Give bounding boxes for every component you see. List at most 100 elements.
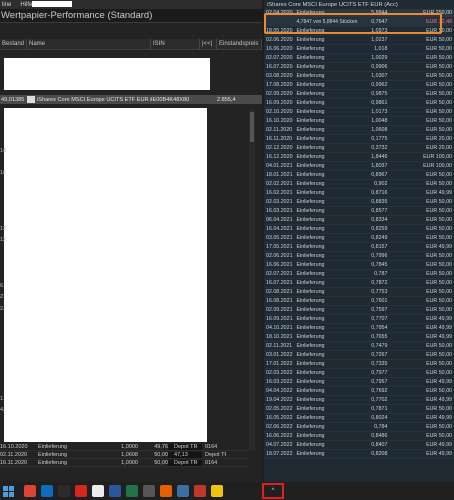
left-edge-text: Z.: [0, 294, 5, 300]
table-row[interactable]: 04.10.2021 Einlieferung 0,7954 EUR 49,99: [264, 323, 454, 333]
cell-date: 03.05.2021: [264, 233, 295, 243]
table-row[interactable]: 16.06.2022 Einlieferung 0,8486 EUR 50,00: [264, 431, 454, 441]
column-header-nav[interactable]: |<<|: [200, 39, 217, 49]
table-row[interactable]: 17.08.2020 Einlieferung 0,9962 EUR 50,00: [264, 80, 454, 90]
table-row[interactable]: 17.05.2021 Einlieferung 0,8157 EUR 49,99: [264, 242, 454, 252]
table-row[interactable]: 17.01.2022 Einlieferung 0,7335 EUR 50,00: [264, 359, 454, 369]
table-row[interactable]: 18.10.2021 Einlieferung 0,7655 EUR 49,99: [264, 332, 454, 342]
vertical-scrollbar[interactable]: [249, 110, 255, 450]
cell-price: 50,00: [154, 451, 168, 458]
menu-bar: line Hilfe: [0, 0, 262, 9]
notes-icon[interactable]: [92, 485, 104, 497]
left-edge-text: 12: [0, 237, 7, 243]
column-header-name[interactable]: Name: [27, 39, 151, 49]
table-row[interactable]: 02.11.2020 Einlieferung 1,0608 EUR 50,00: [264, 125, 454, 135]
cell-date: 02.03.2022: [264, 368, 295, 378]
table-row[interactable]: 16.04.2021 Einlieferung 0,8259 EUR 50,00: [264, 224, 454, 234]
table-row[interactable]: 16.02.2021 Einlieferung 0,8716 EUR 49,99: [264, 188, 454, 198]
table-row[interactable]: 03.05.2021 Einlieferung 0,8249 EUR 50,00: [264, 233, 454, 243]
cell-type: Einlieferung: [294, 278, 360, 288]
windows-start-icon[interactable]: [2, 485, 14, 497]
column-header-bestand[interactable]: Bestand: [0, 39, 27, 49]
table-row[interactable]: 18.07.2022 Einlieferung 0,8208 EUR 49,99: [264, 449, 454, 459]
table-row[interactable]: 19.04.2022 Einlieferung 0,7702 EUR 49,99: [264, 395, 454, 405]
table-row[interactable]: 16.09.2020 Einlieferung 0,9861 EUR 50,00: [264, 98, 454, 108]
excel-icon[interactable]: [126, 485, 138, 497]
toolbar-area: [0, 23, 262, 39]
table-row[interactable]: 06.04.2021 Einlieferung 0,8334 EUR 50,00: [264, 215, 454, 225]
table-row[interactable]: 16.06.2021 Einlieferung 0,7845 EUR 50,00: [264, 260, 454, 270]
cell-date: 16.10.2020: [264, 116, 295, 126]
table-row[interactable]: 16.08.2021 Einlieferung 0,7601 EUR 50,00: [264, 296, 454, 306]
files-icon[interactable]: [58, 485, 70, 497]
table-row[interactable]: 02.11.2020 Einlieferung 1,0608 50,00 47,…: [0, 451, 250, 459]
word-icon[interactable]: [109, 485, 121, 497]
menu-item-line[interactable]: line: [2, 2, 11, 8]
cell-qty: 1,0000: [121, 459, 138, 466]
table-row[interactable]: 16.11.2020 Einlieferung 0,1775 EUR 20,00: [264, 134, 454, 144]
cell-qty: 0,8334: [359, 215, 390, 225]
column-header-isin[interactable]: ISIN: [151, 39, 200, 49]
column-header-einstandspreis[interactable]: Einstandspreis: [217, 39, 262, 49]
table-row[interactable]: 16.11.2020 Einlieferung 1,0000 50,00 Dep…: [0, 459, 250, 467]
stickies-icon[interactable]: [211, 485, 223, 497]
title-bar: Wertpapier-Performance (Standard): [0, 9, 262, 23]
table-row[interactable]: 02.02.2021 Einlieferung 0,902 EUR 50,00: [264, 179, 454, 189]
cell-amount: EUR 49,99: [389, 377, 454, 387]
table-row[interactable]: 16.06.2020 Einlieferung 1,018 EUR 50,00: [264, 44, 454, 54]
table-row[interactable]: 02.06.2021 Einlieferung 0,7996 EUR 50,00: [264, 251, 454, 261]
table-row[interactable]: 16.03.2021 Einlieferung 0,8577 EUR 50,00: [264, 206, 454, 216]
table-row[interactable]: 03.08.2020 Einlieferung 1,0307 EUR 50,00: [264, 71, 454, 81]
cell-date: 02.05.2022: [264, 404, 295, 414]
table-row[interactable]: 02.08.2021 Einlieferung 0,7753 EUR 50,00: [264, 287, 454, 297]
table-row[interactable]: 04.04.2022 Einlieferung 0,7692 EUR 50,00: [264, 386, 454, 396]
cell-type: Einlieferung: [294, 377, 360, 387]
cell-type: Einlieferung: [294, 80, 360, 90]
cell-date: 03.01.2022: [264, 350, 295, 360]
table-row[interactable]: 04.01.2021 Einlieferung 1,8037 EUR 100,00: [264, 161, 454, 171]
acrobat-icon[interactable]: [75, 485, 87, 497]
scrollbar-thumb[interactable]: [250, 112, 254, 142]
outlook-icon[interactable]: [41, 485, 53, 497]
table-row-selected[interactable]: 49,01385 iShares Core MSCI Europe UCITS …: [0, 95, 262, 104]
chrome-icon[interactable]: [24, 485, 36, 497]
table-row[interactable]: 16.07.2020 Einlieferung 0,9906 EUR 50,00: [264, 62, 454, 72]
table-row[interactable]: 16.12.2020 Einlieferung 1,8446 EUR 100,00: [264, 152, 454, 162]
table-row[interactable]: 02.07.2020 Einlieferung 1,0029 EUR 50,00: [264, 53, 454, 63]
settings-icon[interactable]: [143, 485, 155, 497]
table-row[interactable]: 02.11.2021 Einlieferung 0,7479 EUR 50,00: [264, 341, 454, 351]
cell-date: 16.07.2020: [264, 62, 295, 72]
cell-type: Einlieferung: [294, 188, 360, 198]
cell-type: Einlieferung: [294, 224, 360, 234]
table-row[interactable]: 02.09.2021 Einlieferung 0,7597 EUR 50,00: [264, 305, 454, 315]
firefox-icon[interactable]: [160, 485, 172, 497]
table-row[interactable]: 02.05.2022 Einlieferung 0,7871 EUR 50,00: [264, 404, 454, 414]
menu-item-hilfe[interactable]: Hilfe: [20, 2, 32, 8]
table-row[interactable]: 03.01.2022 Einlieferung 0,7267 EUR 50,00: [264, 350, 454, 360]
redaction-block: [4, 108, 207, 442]
cell-date: 16.05.2022: [264, 413, 295, 423]
table-row[interactable]: 02.03.2022 Einlieferung 0,7977 EUR 50,00: [264, 368, 454, 378]
table-row[interactable]: 18.01.2021 Einlieferung 0,8967 EUR 50,00: [264, 170, 454, 180]
table-row[interactable]: 04.07.2022 Einlieferung 0,8407 EUR 49,99: [264, 440, 454, 450]
table-row[interactable]: 16.05.2022 Einlieferung 0,8024 EUR 49,99: [264, 413, 454, 423]
cell-type: Einlieferung: [294, 71, 360, 81]
table-row[interactable]: 16.03.2022 Einlieferung 0,7957 EUR 49,99: [264, 377, 454, 387]
cell-date: 04.04.2022: [264, 386, 295, 396]
cell-type: Einlieferung: [294, 89, 360, 99]
table-row[interactable]: 16.09.2021 Einlieferung 0,7707 EUR 49,99: [264, 314, 454, 324]
table-row[interactable]: 02.03.2021 Einlieferung 0,8835 EUR 50,00: [264, 197, 454, 207]
calendar-icon[interactable]: [194, 485, 206, 497]
cell-date: 02.10.2020: [264, 107, 295, 117]
app-icon[interactable]: [177, 485, 189, 497]
table-row[interactable]: 16.10.2020 Einlieferung 1,0000 49,76 Dep…: [0, 443, 250, 451]
table-row[interactable]: 16.10.2020 Einlieferung 1,0048 EUR 50,00: [264, 116, 454, 126]
table-row[interactable]: 02.06.2022 Einlieferung 0,784 EUR 50,00: [264, 422, 454, 432]
table-row[interactable]: 02.10.2020 Einlieferung 1,0173 EUR 50,00: [264, 107, 454, 117]
table-row[interactable]: 02.12.2020 Einlieferung 0,3732 EUR 20,00: [264, 143, 454, 153]
table-row[interactable]: 02.07.2021 Einlieferung 0,787 EUR 50,00: [264, 269, 454, 279]
table-row[interactable]: 02.06.2020 Einlieferung 1,0237 EUR 50,00: [264, 35, 454, 45]
table-row[interactable]: 16.07.2021 Einlieferung 0,7872 EUR 50,00: [264, 278, 454, 288]
tray-overflow-button[interactable]: ^: [262, 483, 284, 499]
table-row[interactable]: 02.09.2020 Einlieferung 0,9875 EUR 50,00: [264, 89, 454, 99]
